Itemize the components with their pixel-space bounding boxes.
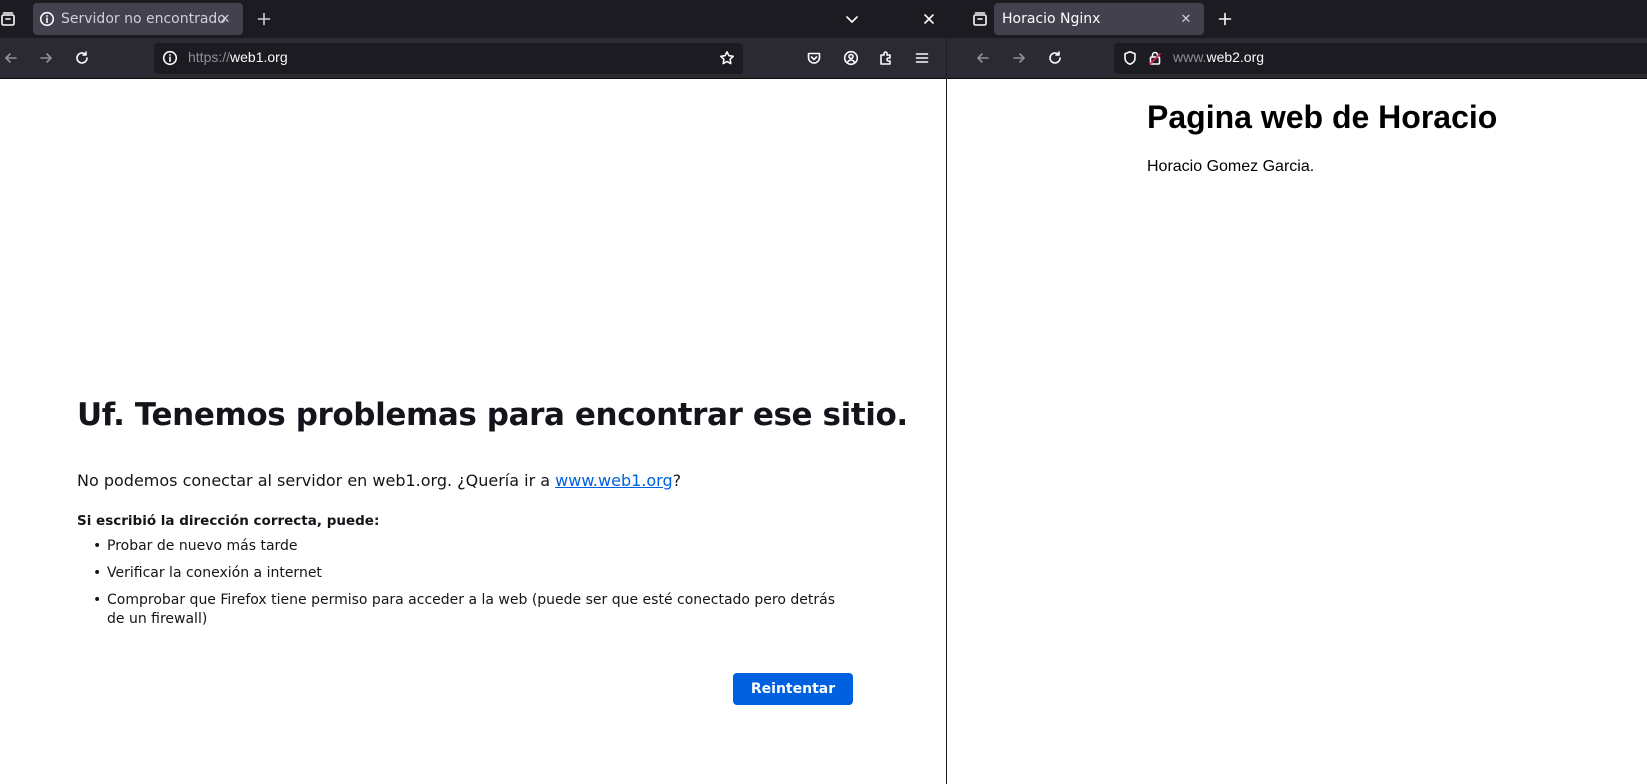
hamburger-menu-icon[interactable] <box>909 45 935 71</box>
pocket-icon[interactable] <box>801 45 827 71</box>
tracking-protection-shield-icon[interactable] <box>1117 45 1143 71</box>
reload-icon[interactable] <box>69 45 95 71</box>
tab-bar: Servidor no encontrado ✕ <box>0 0 946 38</box>
browser-window-right: Horacio Nginx ✕ www.web2.org Pagina web … <box>947 0 1647 784</box>
error-subheading: Si escribió la dirección correcta, puede… <box>77 513 380 529</box>
url-text: www.web2.org <box>1173 49 1265 65</box>
url-bar[interactable]: www.web2.org <box>1114 43 1647 74</box>
close-window-icon[interactable] <box>916 6 942 32</box>
tab-overview-icon[interactable] <box>967 6 993 32</box>
info-icon <box>37 9 57 29</box>
list-item: • Comprobar que Firefox tiene permiso par… <box>93 592 836 627</box>
forward-arrow-icon[interactable] <box>1006 45 1032 71</box>
close-tab-icon[interactable]: ✕ <box>1176 9 1196 29</box>
error-page: Uf. Tenemos problemas para encontrar ese… <box>0 79 946 784</box>
forward-arrow-icon[interactable] <box>33 45 59 71</box>
list-tabs-chevron-down-icon[interactable] <box>839 6 865 32</box>
insecure-lock-icon[interactable] <box>1142 45 1168 71</box>
bookmark-star-icon[interactable] <box>714 45 740 71</box>
account-icon[interactable] <box>838 45 864 71</box>
nav-toolbar: https://web1.org <box>0 38 946 79</box>
back-arrow-icon[interactable] <box>970 45 996 71</box>
suggested-url-link[interactable]: www.web1.org <box>555 471 672 490</box>
site-info-icon[interactable] <box>157 45 183 71</box>
url-bar[interactable]: https://web1.org <box>154 43 743 74</box>
new-tab-button[interactable] <box>1212 6 1238 32</box>
tab-overview-icon[interactable] <box>0 6 21 32</box>
tab-title: Servidor no encontrado <box>61 11 226 27</box>
url-text: https://web1.org <box>188 49 288 65</box>
close-tab-icon[interactable]: ✕ <box>215 9 235 29</box>
tab-horacio-nginx[interactable]: Horacio Nginx ✕ <box>994 3 1204 35</box>
error-message: No podemos conectar al servidor en web1.… <box>77 471 682 490</box>
tab-title: Horacio Nginx <box>1002 11 1101 27</box>
browser-window-left: Servidor no encontrado ✕ https://web1.or… <box>0 0 946 784</box>
page-heading: Pagina web de Horacio <box>1147 99 1498 135</box>
error-title: Uf. Tenemos problemas para encontrar ese… <box>77 397 908 433</box>
tab-bar: Horacio Nginx ✕ <box>947 0 1647 38</box>
extensions-puzzle-icon[interactable] <box>873 45 899 71</box>
list-item: • Probar de nuevo más tarde <box>93 538 298 554</box>
reload-icon[interactable] <box>1042 45 1068 71</box>
nav-toolbar: www.web2.org <box>947 38 1647 79</box>
suggestion-list: • Probar de nuevo más tarde • Verificar la… <box>77 537 837 637</box>
new-tab-button[interactable] <box>251 6 277 32</box>
tab-server-not-found[interactable]: Servidor no encontrado ✕ <box>33 3 243 35</box>
list-item: • Verificar la conexión a internet <box>93 565 322 581</box>
web-page: Pagina web de Horacio Horacio Gomez Garc… <box>947 79 1647 784</box>
back-arrow-icon[interactable] <box>0 45 24 71</box>
retry-button[interactable]: Reintentar <box>733 673 853 705</box>
page-text: Horacio Gomez Garcia. <box>1147 158 1315 175</box>
